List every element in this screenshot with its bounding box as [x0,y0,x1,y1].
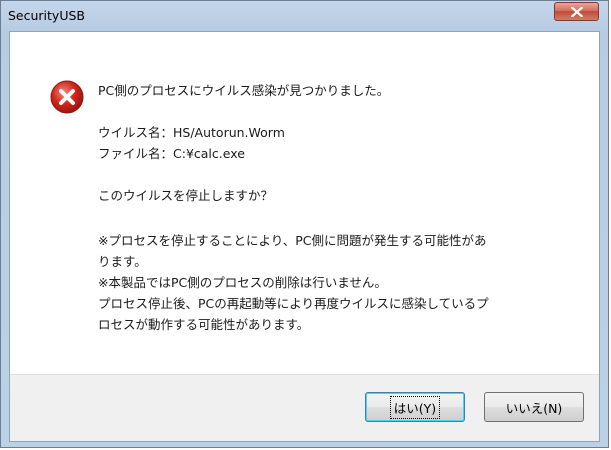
error-icon [50,80,84,114]
yes-button[interactable]: はい(Y) [365,392,465,422]
no-button-label: いいえ(N) [505,400,563,416]
headline-text: PC側のプロセスにウイルス感染が見つかりました。 [98,83,390,98]
note-text: プロセス停止後、PCの再起動等により再度ウイルスに感染しているプ [98,296,489,311]
dialog-content: PC側のプロセスにウイルス感染が見つかりました。 ウイルス名：HS/Autoru… [9,31,600,442]
question-text: このウイルスを停止しますか？ [98,188,274,203]
yes-button-label: はい(Y) [389,395,441,419]
title-bar[interactable]: SecurityUSB [1,1,608,31]
close-button[interactable] [554,2,599,21]
note-text: ※本製品ではPC側のプロセスの削除は行いません。 [98,275,387,290]
note-text: ります。 [98,254,147,269]
dialog-window: SecurityUSB PC側のプロセスにウイルス感染が見つかりました。 ウイル… [0,0,609,448]
button-bar: はい(Y) いいえ(N) [10,374,599,441]
window-title: SecurityUSB [8,8,85,23]
no-button[interactable]: いいえ(N) [484,392,584,422]
file-name-text: ファイル名：C:¥calc.exe [98,146,245,161]
close-icon [571,7,583,17]
virus-name-text: ウイルス名：HS/Autorun.Worm [98,125,285,140]
note-text: ロセスが動作する可能性があります。 [98,317,310,332]
note-text: ※プロセスを停止することにより、PC側に問題が発生する可能性があ [98,233,487,248]
